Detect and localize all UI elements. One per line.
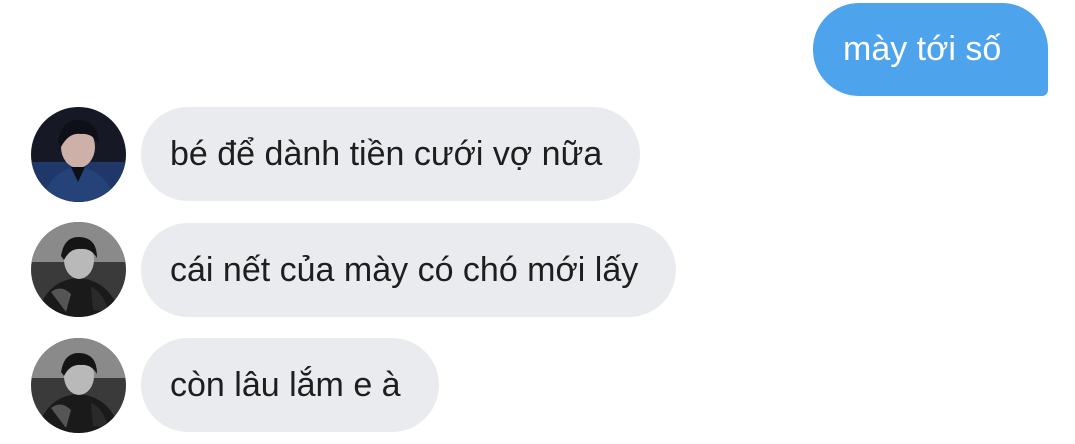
incoming-message-bubble[interactable]: cái nết của mày có chó mới lấy (141, 223, 677, 317)
message-row: cái nết của mày có chó mới lấy (0, 222, 1075, 322)
message-row: còn lâu lắm e à (0, 338, 1075, 438)
chat-thread: mày tới số bé để dành tiền cưới vợ nữa c… (0, 0, 1075, 444)
avatar[interactable] (31, 107, 126, 202)
incoming-message-bubble[interactable]: bé để dành tiền cưới vợ nữa (141, 107, 641, 201)
avatar[interactable] (31, 338, 126, 433)
incoming-message-bubble[interactable]: còn lâu lắm e à (141, 338, 439, 432)
outgoing-message-bubble[interactable]: mày tới số (813, 3, 1048, 96)
message-row: bé để dành tiền cưới vợ nữa (0, 106, 1075, 206)
avatar[interactable] (31, 222, 126, 317)
